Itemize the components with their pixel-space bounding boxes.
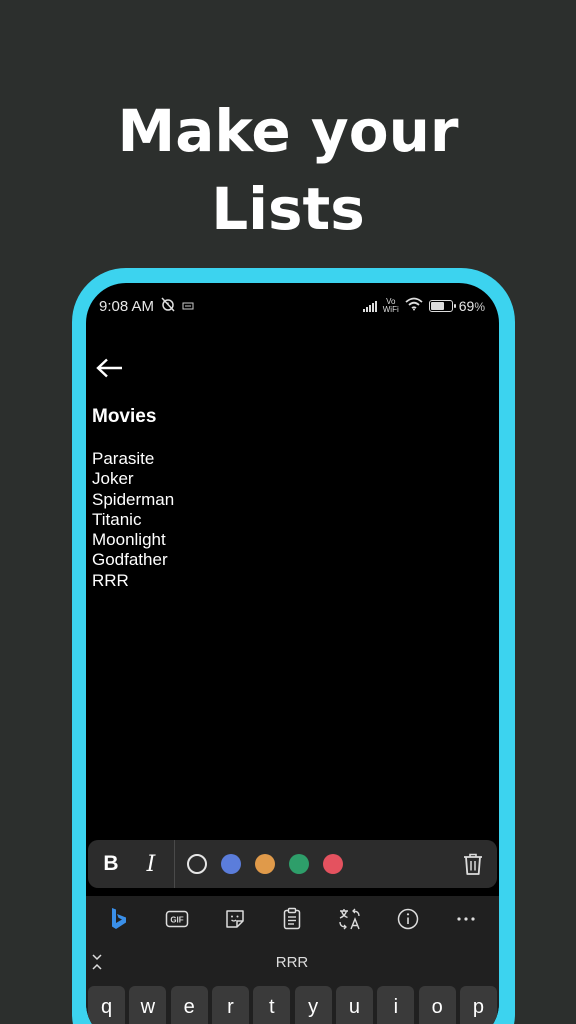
key-w[interactable]: w — [129, 986, 167, 1024]
collapse-icon — [92, 954, 102, 970]
battery-level-fill — [430, 302, 444, 310]
battery-percent-unit: % — [474, 300, 485, 314]
clipboard-button[interactable] — [272, 899, 312, 939]
translate-button[interactable] — [330, 899, 370, 939]
gif-button[interactable]: GIF — [157, 899, 197, 939]
more-options-button[interactable] — [446, 899, 486, 939]
key-t[interactable]: t — [253, 986, 291, 1024]
phone-screen: 9:08 AM Vo WiFi 69% Movies Parasite Joke… — [86, 283, 499, 1024]
note-title[interactable]: Movies — [92, 406, 156, 428]
bold-button[interactable]: B — [91, 840, 131, 888]
key-o[interactable]: o — [418, 986, 456, 1024]
alarm-off-icon — [160, 296, 176, 316]
more-icon — [457, 917, 475, 921]
vowifi-indicator: Vo WiFi — [383, 298, 399, 314]
key-e[interactable]: e — [170, 986, 208, 1024]
trash-icon — [464, 853, 482, 875]
info-button[interactable] — [388, 899, 428, 939]
keyboard-top-row: qwertyuiop — [86, 982, 499, 1024]
list-item: Titanic — [92, 509, 142, 529]
clipboard-icon — [284, 907, 301, 930]
word-suggestion[interactable]: RRR — [109, 954, 475, 971]
color-green-button[interactable] — [289, 854, 309, 874]
color-red-button[interactable] — [323, 854, 343, 874]
key-p[interactable]: p — [459, 986, 497, 1024]
color-none-button[interactable] — [187, 854, 207, 874]
key-i[interactable]: i — [377, 986, 415, 1024]
back-button[interactable] — [94, 353, 126, 383]
list-item: Godfather — [92, 550, 168, 570]
wifi-icon — [405, 297, 423, 315]
list-item: Parasite — [92, 449, 155, 468]
info-icon — [397, 908, 419, 930]
bing-icon — [111, 908, 126, 929]
sim-icon — [182, 298, 194, 315]
list-item: Spiderman — [92, 489, 175, 509]
battery-percent: 69% — [459, 298, 485, 314]
headline-line-1: Make your — [117, 97, 459, 165]
headline-line-2: Lists — [211, 175, 365, 243]
signal-strength-icon — [362, 300, 377, 312]
arrow-left-icon — [96, 358, 122, 378]
keyboard-toolbar: GIF — [86, 896, 499, 942]
format-toolbar: B I — [88, 840, 497, 888]
battery-icon — [428, 300, 456, 312]
translate-icon — [339, 908, 360, 930]
toolbar-divider — [174, 840, 175, 888]
gif-icon: GIF — [165, 910, 189, 928]
promo-headline: Make your Lists — [0, 92, 576, 248]
key-y[interactable]: y — [294, 986, 332, 1024]
list-item: Joker — [92, 469, 134, 489]
color-orange-button[interactable] — [255, 854, 275, 874]
color-blue-button[interactable] — [221, 854, 241, 874]
list-item: Moonlight — [92, 530, 166, 550]
key-q[interactable]: q — [88, 986, 125, 1024]
note-body[interactable]: Parasite Joker Spiderman Titanic Moonlight Go… — [92, 449, 174, 591]
list-item: RRR — [92, 570, 129, 590]
status-time: 9:08 AM — [99, 297, 155, 315]
delete-button[interactable] — [453, 840, 493, 888]
battery-percent-value: 69 — [458, 298, 475, 314]
suggestion-bar: RRR — [86, 942, 499, 982]
sticker-button[interactable] — [215, 899, 255, 939]
bing-button[interactable] — [99, 899, 139, 939]
gif-label: GIF — [170, 916, 183, 925]
key-u[interactable]: u — [335, 986, 373, 1024]
vowifi-bottom-label: WiFi — [382, 305, 399, 314]
key-r[interactable]: r — [211, 986, 249, 1024]
sticker-icon — [225, 910, 244, 928]
italic-button[interactable]: I — [131, 840, 171, 888]
status-bar: 9:08 AM Vo WiFi 69% — [86, 283, 499, 329]
collapse-keyboard-button[interactable] — [86, 942, 109, 982]
